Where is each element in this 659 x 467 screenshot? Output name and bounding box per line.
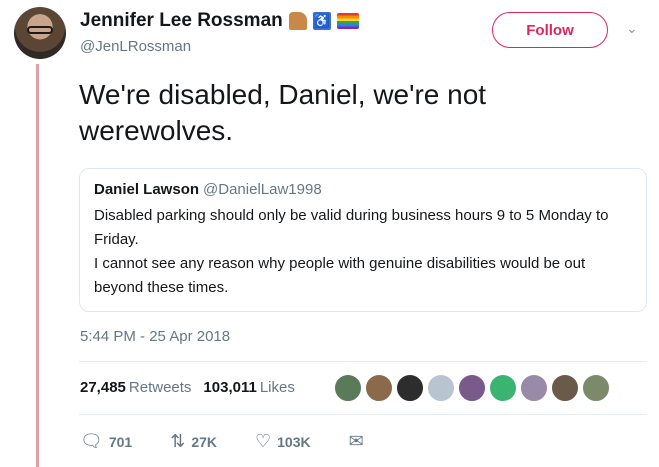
heart-icon: ♡	[255, 431, 272, 451]
retweet-button[interactable]: ⇅ 27K	[170, 431, 217, 452]
liker-avatar[interactable]	[489, 374, 517, 402]
liker-avatar[interactable]	[396, 374, 424, 402]
likes-stat[interactable]: 103,011 Likes	[203, 379, 294, 396]
engagement-stats: 27,485 Retweets 103,011 Likes	[80, 379, 295, 396]
divider	[79, 361, 647, 362]
retweet-icon: ⇅	[170, 431, 186, 451]
divider	[79, 414, 647, 415]
liker-avatar[interactable]	[365, 374, 393, 402]
thread-line	[36, 64, 39, 467]
reply-icon: 🗨	[80, 431, 103, 451]
liker-avatars	[334, 374, 610, 402]
envelope-icon: ✉	[348, 431, 364, 451]
quoted-text-line-1: Disabled parking should only be valid du…	[94, 207, 609, 248]
like-button[interactable]: ♡ 103K	[255, 431, 311, 452]
rainbow-flag-icon	[336, 13, 359, 29]
quoted-text-line-2: I cannot see any reason why people with …	[94, 255, 586, 296]
reply-button[interactable]: 🗨 701	[80, 431, 132, 452]
quoted-tweet[interactable]: Daniel Lawson @DanielLaw1998 Disabled par…	[79, 168, 647, 312]
liker-avatar[interactable]	[334, 374, 362, 402]
wheelchair-icon: ♿	[312, 12, 331, 30]
avatar[interactable]	[14, 7, 66, 59]
direct-message-button[interactable]: ✉	[349, 431, 364, 452]
action-bar: 🗨 701 ⇅ 27K ♡ 103K ✉	[80, 431, 402, 452]
author-handle[interactable]: @JenLRossman	[80, 38, 191, 55]
liker-avatar[interactable]	[427, 374, 455, 402]
follow-button[interactable]: Follow	[492, 12, 608, 48]
author-name-row: Jennifer Lee Rossman ♿	[80, 10, 359, 32]
author-display-name[interactable]: Jennifer Lee Rossman	[80, 10, 283, 32]
chevron-down-icon[interactable]: ⌄	[626, 20, 638, 37]
retweets-stat[interactable]: 27,485 Retweets	[80, 379, 191, 396]
tweet-timestamp[interactable]: 5:44 PM - 25 Apr 2018	[80, 328, 230, 345]
liker-avatar[interactable]	[458, 374, 486, 402]
quoted-author-name: Daniel Lawson	[94, 181, 200, 198]
dinosaur-icon	[288, 12, 307, 30]
liker-avatar[interactable]	[520, 374, 548, 402]
liker-avatar[interactable]	[582, 374, 610, 402]
liker-avatar[interactable]	[551, 374, 579, 402]
tweet-text: We're disabled, Daniel, we're not werewo…	[79, 79, 487, 146]
quoted-author-handle: @DanielLaw1998	[203, 181, 322, 198]
